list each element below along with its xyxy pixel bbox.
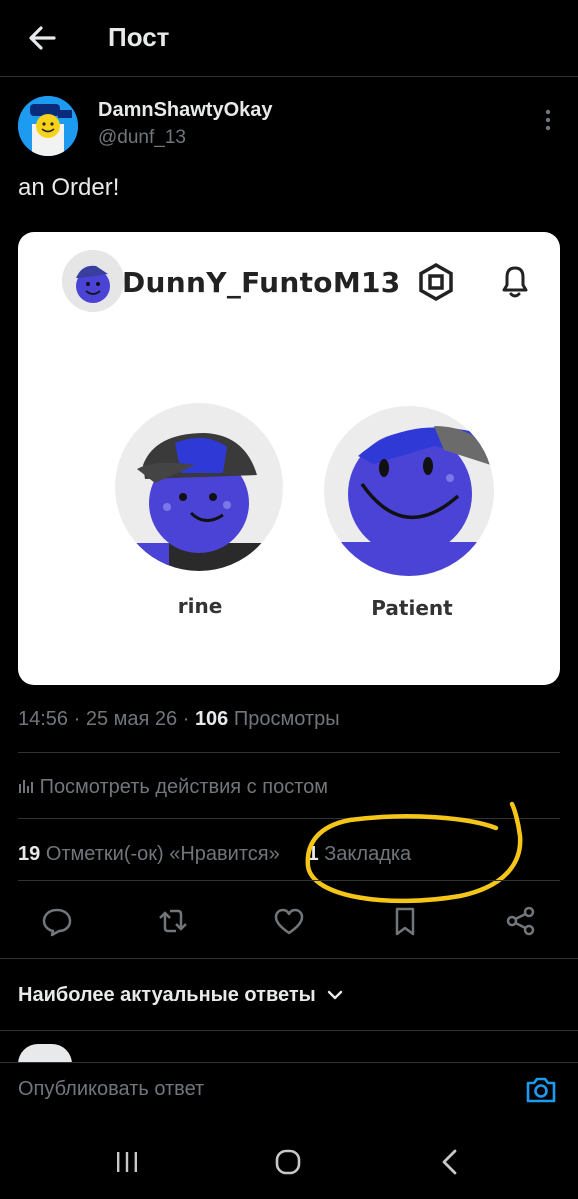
profile-avatar-patient: [324, 406, 494, 576]
smiley-avatar-image: [62, 250, 124, 312]
author-name[interactable]: DamnShawtyOkay: [98, 99, 273, 122]
divider: [18, 880, 560, 881]
post-date: 25 мая 26: [85, 708, 178, 730]
replies-sort-label: Наиболее актуальные ответы: [18, 984, 316, 1006]
profile-caption-patient: Patient: [371, 596, 453, 620]
more-options-icon[interactable]: [538, 108, 558, 132]
likes-stat[interactable]: 19 Отметки(-ок) «Нравится»: [18, 843, 280, 865]
system-back-icon[interactable]: [438, 1148, 462, 1176]
post-text: an Order!: [18, 174, 120, 201]
reply-icon[interactable]: [40, 904, 74, 938]
avatar[interactable]: [18, 96, 78, 156]
top-bar: [0, 0, 578, 77]
post-activity-label: Посмотреть действия с постом: [39, 776, 328, 798]
like-icon[interactable]: [272, 904, 306, 938]
profile-avatar-rine: [115, 403, 283, 571]
divider: [0, 958, 578, 959]
author-handle[interactable]: @dunf_13: [98, 127, 186, 149]
repost-icon[interactable]: [156, 904, 190, 938]
post-activity-link[interactable]: Посмотреть действия с постом: [18, 776, 328, 799]
robux-icon: [419, 262, 453, 302]
views-count: 106: [194, 708, 229, 730]
card-user-avatar: [62, 250, 124, 312]
replies-sort-dropdown[interactable]: Наиболее актуальные ответы: [18, 984, 343, 1007]
divider: [18, 752, 560, 753]
profile-caption-rine: rine: [177, 594, 223, 618]
post-meta: 14:56 · 25 мая 26 · 106 Просмотры: [18, 708, 340, 730]
reply-input[interactable]: Опубликовать ответ: [18, 1078, 204, 1101]
highlight-scribble: [305, 801, 523, 904]
likes-label: Отметки(-ок) «Нравится»: [45, 843, 280, 865]
bell-icon: [502, 266, 528, 298]
likes-count: 19: [18, 843, 41, 865]
author-avatar-image: [18, 96, 78, 156]
card-username: DunnY_FuntoM13: [122, 266, 401, 299]
page-title: Пост: [108, 22, 170, 52]
recent-apps-icon[interactable]: [114, 1150, 140, 1174]
chevron-down-icon: [328, 990, 343, 1000]
analytics-icon: [19, 780, 33, 793]
back-arrow-icon[interactable]: [24, 20, 60, 56]
views-label: Просмотры: [233, 708, 340, 730]
bookmark-icon[interactable]: [388, 904, 422, 938]
camera-icon[interactable]: [524, 1074, 558, 1106]
next-reply-avatar-partial: [18, 1044, 72, 1064]
share-icon[interactable]: [504, 904, 538, 938]
post-time: 14:56: [18, 708, 69, 730]
divider: [0, 1030, 578, 1031]
home-icon[interactable]: [274, 1148, 302, 1176]
